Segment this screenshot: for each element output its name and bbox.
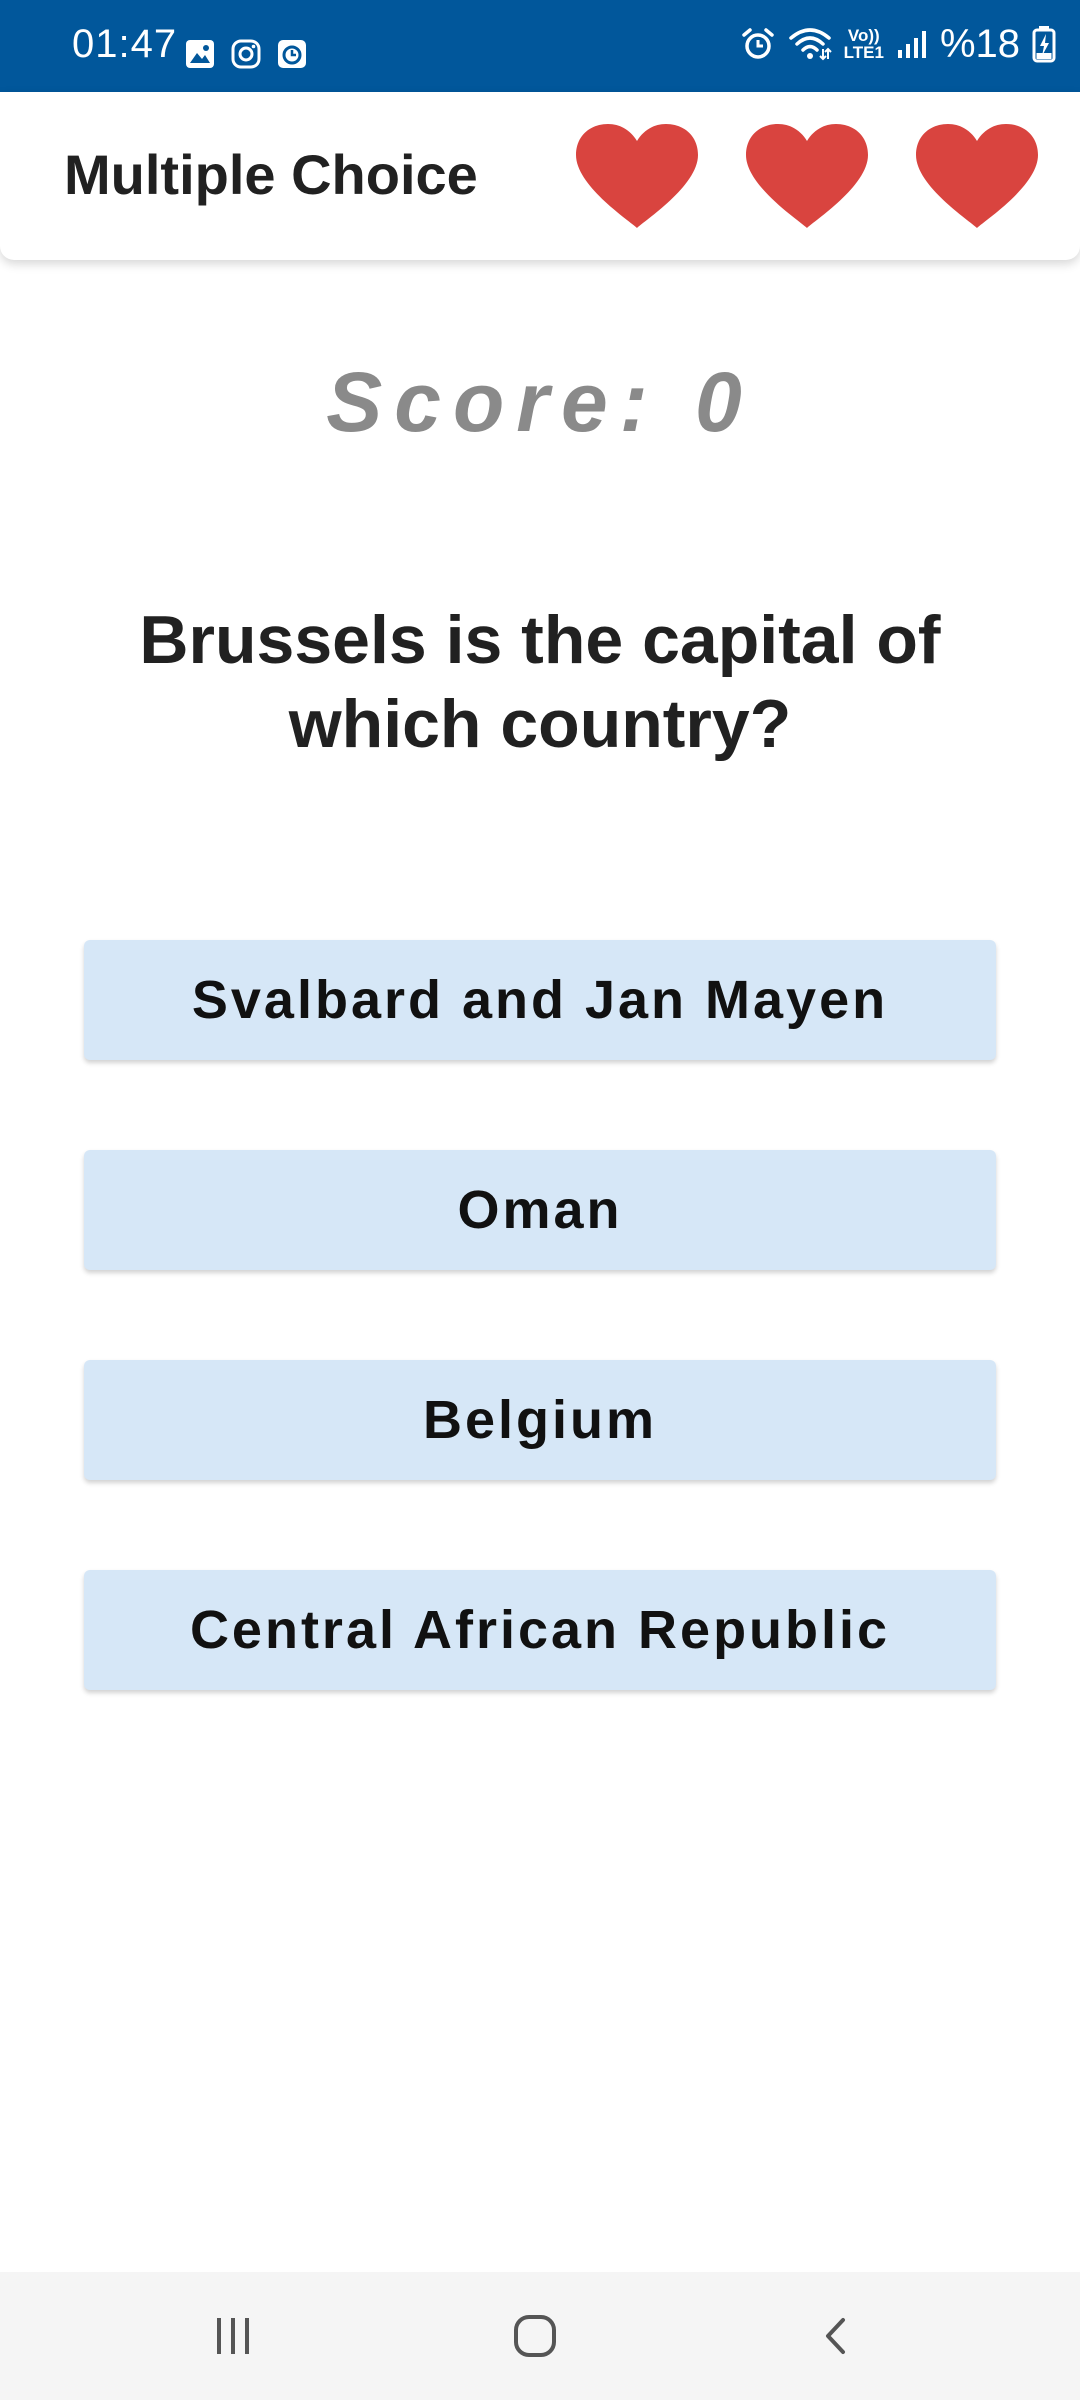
volte-indicator: Vo)) LTE1: [844, 27, 884, 61]
battery-percent: %18: [939, 22, 1020, 66]
status-bar: 01:47 Vo)) LTE1 %18: [0, 0, 1080, 92]
wifi-icon: [788, 28, 832, 61]
back-button[interactable]: [787, 2296, 887, 2376]
answer-button[interactable]: Oman: [84, 1150, 996, 1270]
answer-button[interactable]: Central African Republic: [84, 1570, 996, 1690]
back-icon: [826, 2318, 845, 2354]
answer-list: Svalbard and Jan Mayen Oman Belgium Cent…: [84, 940, 996, 1690]
system-icons: Vo)) LTE1 %18: [740, 24, 1056, 64]
status-time: 01:47: [72, 22, 178, 66]
volte-label: Vo)): [847, 26, 880, 45]
question-text: Brussels is the capital of which country…: [139, 602, 941, 763]
battery-charging-icon: [1032, 26, 1056, 63]
home-icon: [514, 2315, 556, 2357]
lte-label: LTE1: [843, 43, 884, 62]
score-label: Score: 0: [326, 355, 754, 449]
answer-button[interactable]: Belgium: [84, 1360, 996, 1480]
app-title: Multiple Choice: [64, 143, 478, 206]
lives-indicator: [572, 122, 1042, 230]
signal-icon: [897, 31, 926, 58]
alarm-icon: [741, 28, 774, 59]
navigation-bar: [0, 2272, 1080, 2400]
recents-icon: [217, 2318, 249, 2354]
heart-icon: [746, 124, 868, 228]
clock-app-icon: [278, 40, 306, 68]
gallery-icon: [186, 40, 214, 68]
app-header: Multiple Choice: [0, 92, 1080, 260]
notification-icons: [184, 38, 308, 70]
answer-button[interactable]: Svalbard and Jan Mayen: [84, 940, 996, 1060]
instagram-icon: [231, 39, 261, 69]
home-button[interactable]: [485, 2296, 585, 2376]
heart-icon: [916, 124, 1038, 228]
screen: 01:47 Vo)) LTE1 %18 Multiple Choice Scor…: [0, 0, 1080, 2400]
heart-icon: [576, 124, 698, 228]
recents-button[interactable]: [183, 2296, 283, 2376]
